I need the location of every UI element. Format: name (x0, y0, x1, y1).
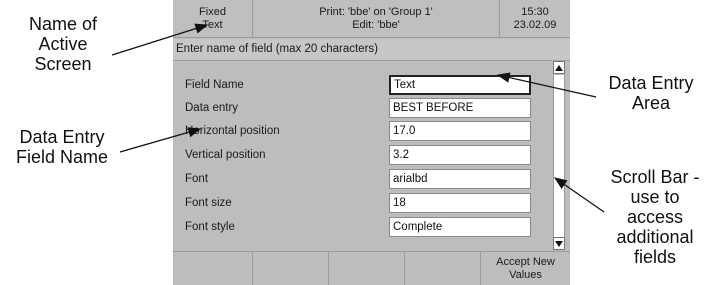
field-row-font-size: Font size 18 (173, 193, 550, 215)
field-label: Font style (185, 221, 235, 233)
scroll-up-button[interactable] (553, 61, 565, 74)
callout-line: Scroll Bar - (610, 167, 700, 187)
scroll-down-button[interactable] (553, 237, 565, 250)
data-entry-input[interactable]: BEST BEFORE (389, 98, 531, 118)
font-input[interactable]: arialbd (389, 169, 531, 189)
field-row-vertical-position: Vertical position 3.2 (173, 145, 550, 167)
clock: 15:30 23.02.09 (500, 0, 570, 38)
screen-name-line: Fixed (199, 5, 226, 18)
callout-line: access (626, 207, 684, 227)
horizontal-position-input[interactable]: 17.0 (389, 121, 531, 141)
softkey-1[interactable] (173, 252, 253, 285)
field-label: Font (185, 173, 209, 185)
field-label: Horizontal position (185, 125, 280, 137)
scroll-track[interactable] (553, 75, 565, 237)
callout-line: additional (616, 227, 694, 247)
accept-new-values-button[interactable]: Accept New Values (481, 252, 570, 285)
callout-line: Field Name (15, 147, 109, 167)
field-form: Field Name Text Data entry BEST BEFORE H… (173, 61, 550, 251)
printer-screen: Fixed Text Print: 'bbe' on 'Group 1' Edi… (173, 0, 570, 285)
font-size-input[interactable]: 18 (389, 193, 531, 213)
active-screen-name: Fixed Text (173, 0, 253, 38)
softkey-3[interactable] (329, 252, 405, 285)
job-info: Print: 'bbe' on 'Group 1' Edit: 'bbe' (253, 0, 500, 38)
callout-line: fields (633, 247, 677, 267)
softkey-bar: Accept New Values (173, 251, 570, 285)
field-label: Data entry (185, 102, 239, 114)
field-row-horizontal-position: Horizontal position 17.0 (173, 121, 550, 143)
print-info: Print: 'bbe' on 'Group 1' (319, 5, 433, 18)
callout-line: use to (630, 187, 680, 207)
softkey-2[interactable] (253, 252, 329, 285)
callout-entry-area: Data Entry Area (590, 73, 712, 113)
callout-line: Data Entry (608, 73, 694, 93)
callout-line: Area (631, 93, 671, 113)
hint-bar: Enter name of field (max 20 characters) (173, 39, 570, 61)
time-text: 15:30 (521, 5, 549, 18)
field-row-font: Font arialbd (173, 169, 550, 191)
field-row-font-style: Font style Complete (173, 217, 550, 239)
triangle-down-icon (555, 240, 563, 247)
scroll-bar[interactable] (551, 61, 567, 251)
callout-line: Active (38, 34, 88, 54)
callout-line: Name of (28, 14, 98, 34)
screen-name-line: Text (202, 18, 223, 31)
softkey-label: Values (509, 268, 542, 281)
softkey-4[interactable] (405, 252, 481, 285)
callout-line: Screen (34, 54, 92, 74)
callout-scroll-bar: Scroll Bar - use to access additional fi… (594, 167, 716, 267)
field-label: Vertical position (185, 149, 266, 161)
triangle-up-icon (555, 64, 563, 71)
font-style-input[interactable]: Complete (389, 217, 531, 237)
callout-field-name: Data Entry Field Name (0, 127, 124, 167)
status-bar: Fixed Text Print: 'bbe' on 'Group 1' Edi… (173, 0, 570, 38)
edit-info: Edit: 'bbe' (352, 18, 400, 31)
softkey-label: Accept New (496, 255, 555, 268)
vertical-position-input[interactable]: 3.2 (389, 145, 531, 165)
callout-line: Data Entry (19, 127, 105, 147)
field-name-input[interactable]: Text (389, 75, 531, 95)
field-row-data-entry: Data entry BEST BEFORE (173, 98, 550, 120)
date-text: 23.02.09 (513, 18, 557, 31)
field-label: Font size (185, 197, 232, 209)
field-row-field-name: Field Name Text (173, 75, 550, 97)
field-label: Field Name (185, 79, 244, 91)
callout-active-screen: Name of Active Screen (8, 14, 118, 74)
